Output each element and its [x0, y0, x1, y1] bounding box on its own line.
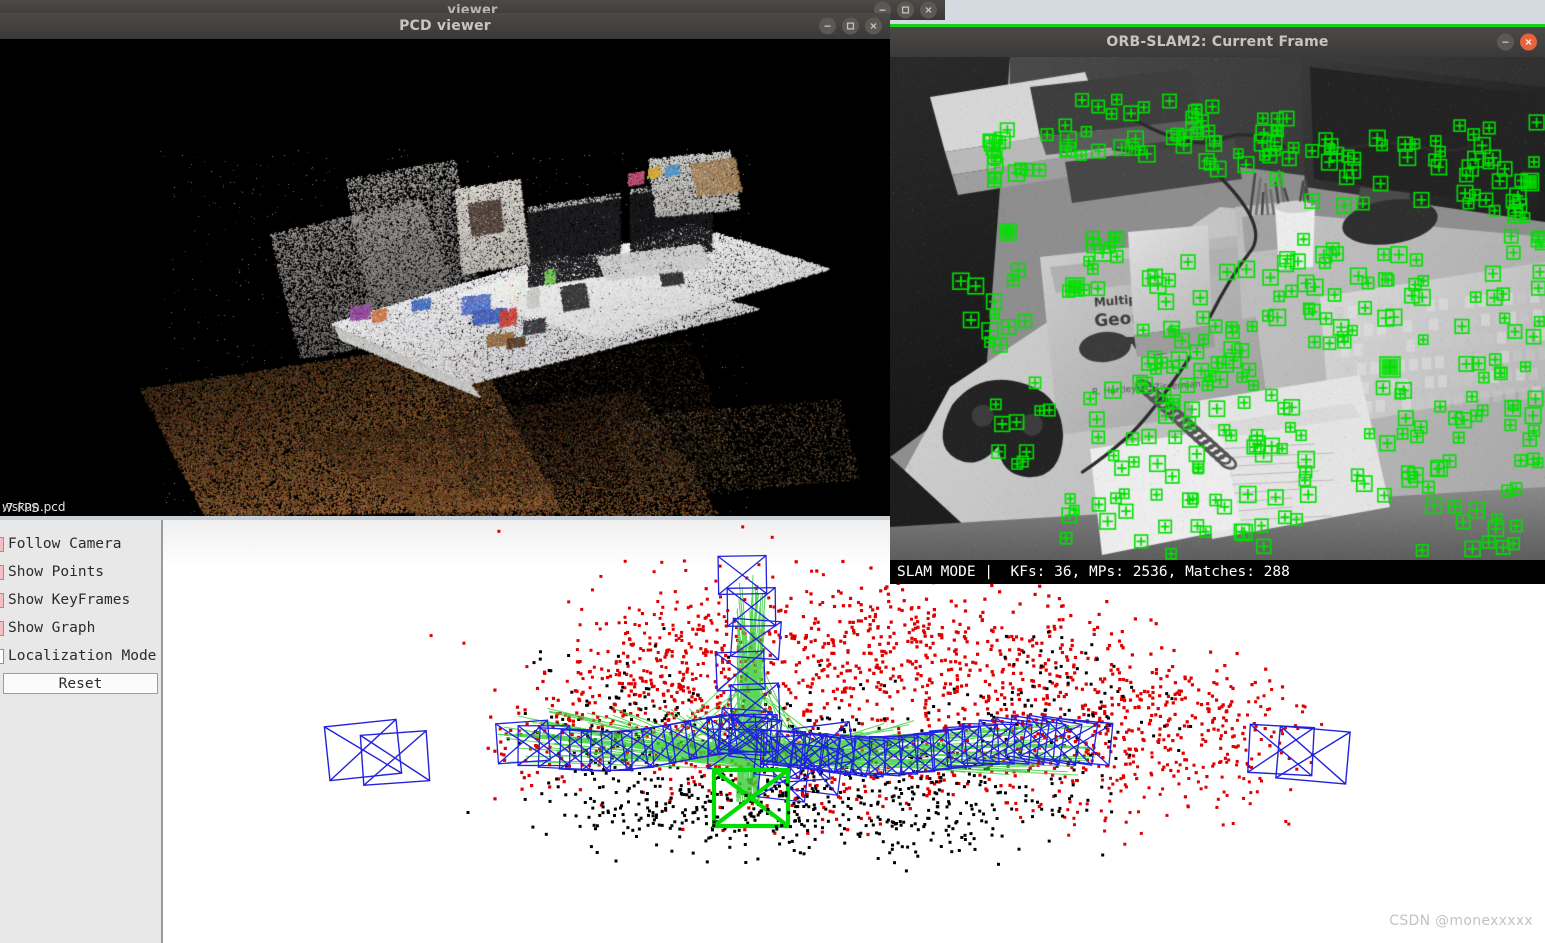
checkbox-show-keyframes[interactable]: [0, 592, 4, 608]
pcd-overlay-labels: wskun.pcd .7 FPS: [2, 501, 66, 514]
checkbox-show-points[interactable]: [0, 564, 4, 580]
slam-status-text: SLAM MODE | KFs: 36, MPs: 2536, Matches:…: [897, 564, 1290, 580]
orb-slam2-titlebar[interactable]: ORB-SLAM2: Current Frame: [890, 27, 1545, 57]
reset-button[interactable]: Reset: [3, 673, 158, 694]
pcd-point-cloud-canvas[interactable]: wskun.pcd .7 FPS: [0, 39, 890, 516]
close-icon[interactable]: [865, 17, 882, 35]
checkbox-row-show-graph[interactable]: Show Graph: [0, 614, 161, 642]
checkbox-row-localization-mode[interactable]: Localization Mode: [0, 642, 161, 670]
checkbox-row-follow-camera[interactable]: Follow Camera: [0, 530, 161, 558]
checkbox-label-show-keyframes: Show KeyFrames: [8, 592, 131, 608]
checkbox-localization-mode[interactable]: [0, 648, 4, 664]
map-viewer-control-panel: Follow Camera Show Points Show KeyFrames…: [0, 520, 163, 943]
checkbox-label-show-points: Show Points: [8, 564, 105, 580]
maximize-icon[interactable]: [897, 1, 914, 19]
watermark-label: CSDN @monexxxxx: [1389, 913, 1533, 929]
checkbox-row-show-points[interactable]: Show Points: [0, 558, 161, 586]
maximize-icon[interactable]: [842, 17, 859, 35]
orb-slam2-status-bar: SLAM MODE | KFs: 36, MPs: 2536, Matches:…: [890, 560, 1545, 584]
point-cloud-render: [0, 39, 890, 516]
minimize-icon[interactable]: [819, 17, 836, 35]
checkbox-label-localization-mode: Localization Mode: [8, 648, 157, 664]
screen: viewer PCD viewer wskun.pcd .7 FPS Follo…: [0, 0, 1545, 943]
minimize-icon[interactable]: [1497, 33, 1514, 51]
pcd-viewer-title: PCD viewer: [399, 18, 491, 34]
checkbox-label-show-graph: Show Graph: [8, 620, 96, 636]
checkbox-label-follow-camera: Follow Camera: [8, 536, 122, 552]
checkbox-follow-camera[interactable]: [0, 536, 4, 552]
pcd-viewer-titlebar[interactable]: PCD viewer: [0, 13, 890, 39]
orb-slam2-title: ORB-SLAM2: Current Frame: [1106, 34, 1329, 50]
camera-frame-render: [890, 57, 1545, 584]
close-icon[interactable]: [1520, 33, 1537, 51]
checkbox-show-graph[interactable]: [0, 620, 4, 636]
orb-slam2-window-controls: [1497, 33, 1537, 51]
checkbox-row-show-keyframes[interactable]: Show KeyFrames: [0, 586, 161, 614]
orb-slam2-current-frame-window[interactable]: ORB-SLAM2: Current Frame SLAM MODE | KFs…: [890, 24, 1545, 584]
close-icon[interactable]: [920, 1, 937, 19]
orb-slam2-camera-frame[interactable]: SLAM MODE | KFs: 36, MPs: 2536, Matches:…: [890, 57, 1545, 584]
pcd-viewer-window-controls: [819, 17, 882, 35]
